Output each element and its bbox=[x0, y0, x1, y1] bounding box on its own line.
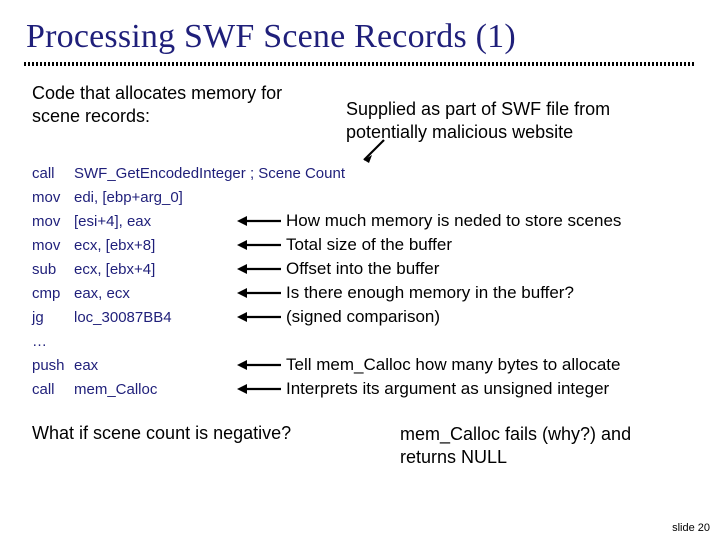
code-row: mov ecx, [ebx+8] Total size of the buffe… bbox=[32, 233, 694, 257]
bottom-answer-line1: mem_Calloc fails (why?) and bbox=[400, 424, 631, 444]
operand: SWF_GetEncodedInteger ; Scene Count bbox=[74, 165, 345, 182]
slide-number: slide 20 bbox=[672, 522, 710, 534]
code-row: call mem_Calloc Interprets its argument … bbox=[32, 377, 694, 401]
annotation: Offset into the buffer bbox=[286, 259, 439, 279]
arrow-left-icon bbox=[234, 310, 286, 324]
mnemonic: sub bbox=[32, 261, 74, 278]
operand: [esi+4], eax bbox=[74, 213, 234, 230]
arrow-left-icon bbox=[234, 214, 286, 228]
intro-left-text: Code that allocates memory for scene rec… bbox=[32, 82, 312, 127]
operand: eax, ecx bbox=[74, 285, 234, 302]
arrow-down-icon bbox=[358, 138, 392, 173]
intro-right-text: Supplied as part of SWF file from potent… bbox=[312, 98, 694, 143]
arrow-left-icon bbox=[234, 238, 286, 252]
annotation: Interprets its argument as unsigned inte… bbox=[286, 379, 609, 399]
mnemonic: push bbox=[32, 357, 74, 374]
operand: ecx, [ebx+4] bbox=[74, 261, 234, 278]
arrow-left-icon bbox=[234, 358, 286, 372]
bottom-answer: mem_Calloc fails (why?) and returns NULL bbox=[382, 423, 631, 468]
annotation: Total size of the buffer bbox=[286, 235, 452, 255]
code-row: jg loc_30087BB4 (signed comparison) bbox=[32, 305, 694, 329]
annotation: How much memory is neded to store scenes bbox=[286, 211, 621, 231]
arrow-left-icon bbox=[234, 286, 286, 300]
mnemonic: cmp bbox=[32, 285, 74, 302]
code-block: call SWF_GetEncodedInteger ; Scene Count… bbox=[0, 143, 720, 401]
mnemonic: mov bbox=[32, 213, 74, 230]
arrow-left-icon bbox=[234, 262, 286, 276]
bottom-answer-line2: returns NULL bbox=[400, 447, 507, 467]
annotation: Tell mem_Calloc how many bytes to alloca… bbox=[286, 355, 620, 375]
code-row: mov [esi+4], eax How much memory is nede… bbox=[32, 209, 694, 233]
mnemonic: … bbox=[32, 333, 74, 350]
mnemonic: mov bbox=[32, 189, 74, 206]
code-row: sub ecx, [ebx+4] Offset into the buffer bbox=[32, 257, 694, 281]
operand: loc_30087BB4 bbox=[74, 309, 234, 326]
arrow-left-icon bbox=[234, 382, 286, 396]
operand: eax bbox=[74, 357, 234, 374]
slide-title: Processing SWF Scene Records (1) bbox=[0, 0, 720, 56]
intro-right-line1: Supplied as part of SWF file from bbox=[346, 99, 610, 119]
operand: ecx, [ebx+8] bbox=[74, 237, 234, 254]
mnemonic: jg bbox=[32, 309, 74, 326]
code-row: … bbox=[32, 329, 694, 353]
mnemonic: call bbox=[32, 381, 74, 398]
annotation: Is there enough memory in the buffer? bbox=[286, 283, 574, 303]
mnemonic: call bbox=[32, 165, 74, 182]
operand: edi, [ebp+arg_0] bbox=[74, 189, 234, 206]
code-row: push eax Tell mem_Calloc how many bytes … bbox=[32, 353, 694, 377]
code-row: mov edi, [ebp+arg_0] bbox=[32, 185, 694, 209]
operand: mem_Calloc bbox=[74, 381, 234, 398]
mnemonic: mov bbox=[32, 237, 74, 254]
annotation: (signed comparison) bbox=[286, 307, 440, 327]
code-row: cmp eax, ecx Is there enough memory in t… bbox=[32, 281, 694, 305]
bottom-question: What if scene count is negative? bbox=[32, 423, 382, 444]
